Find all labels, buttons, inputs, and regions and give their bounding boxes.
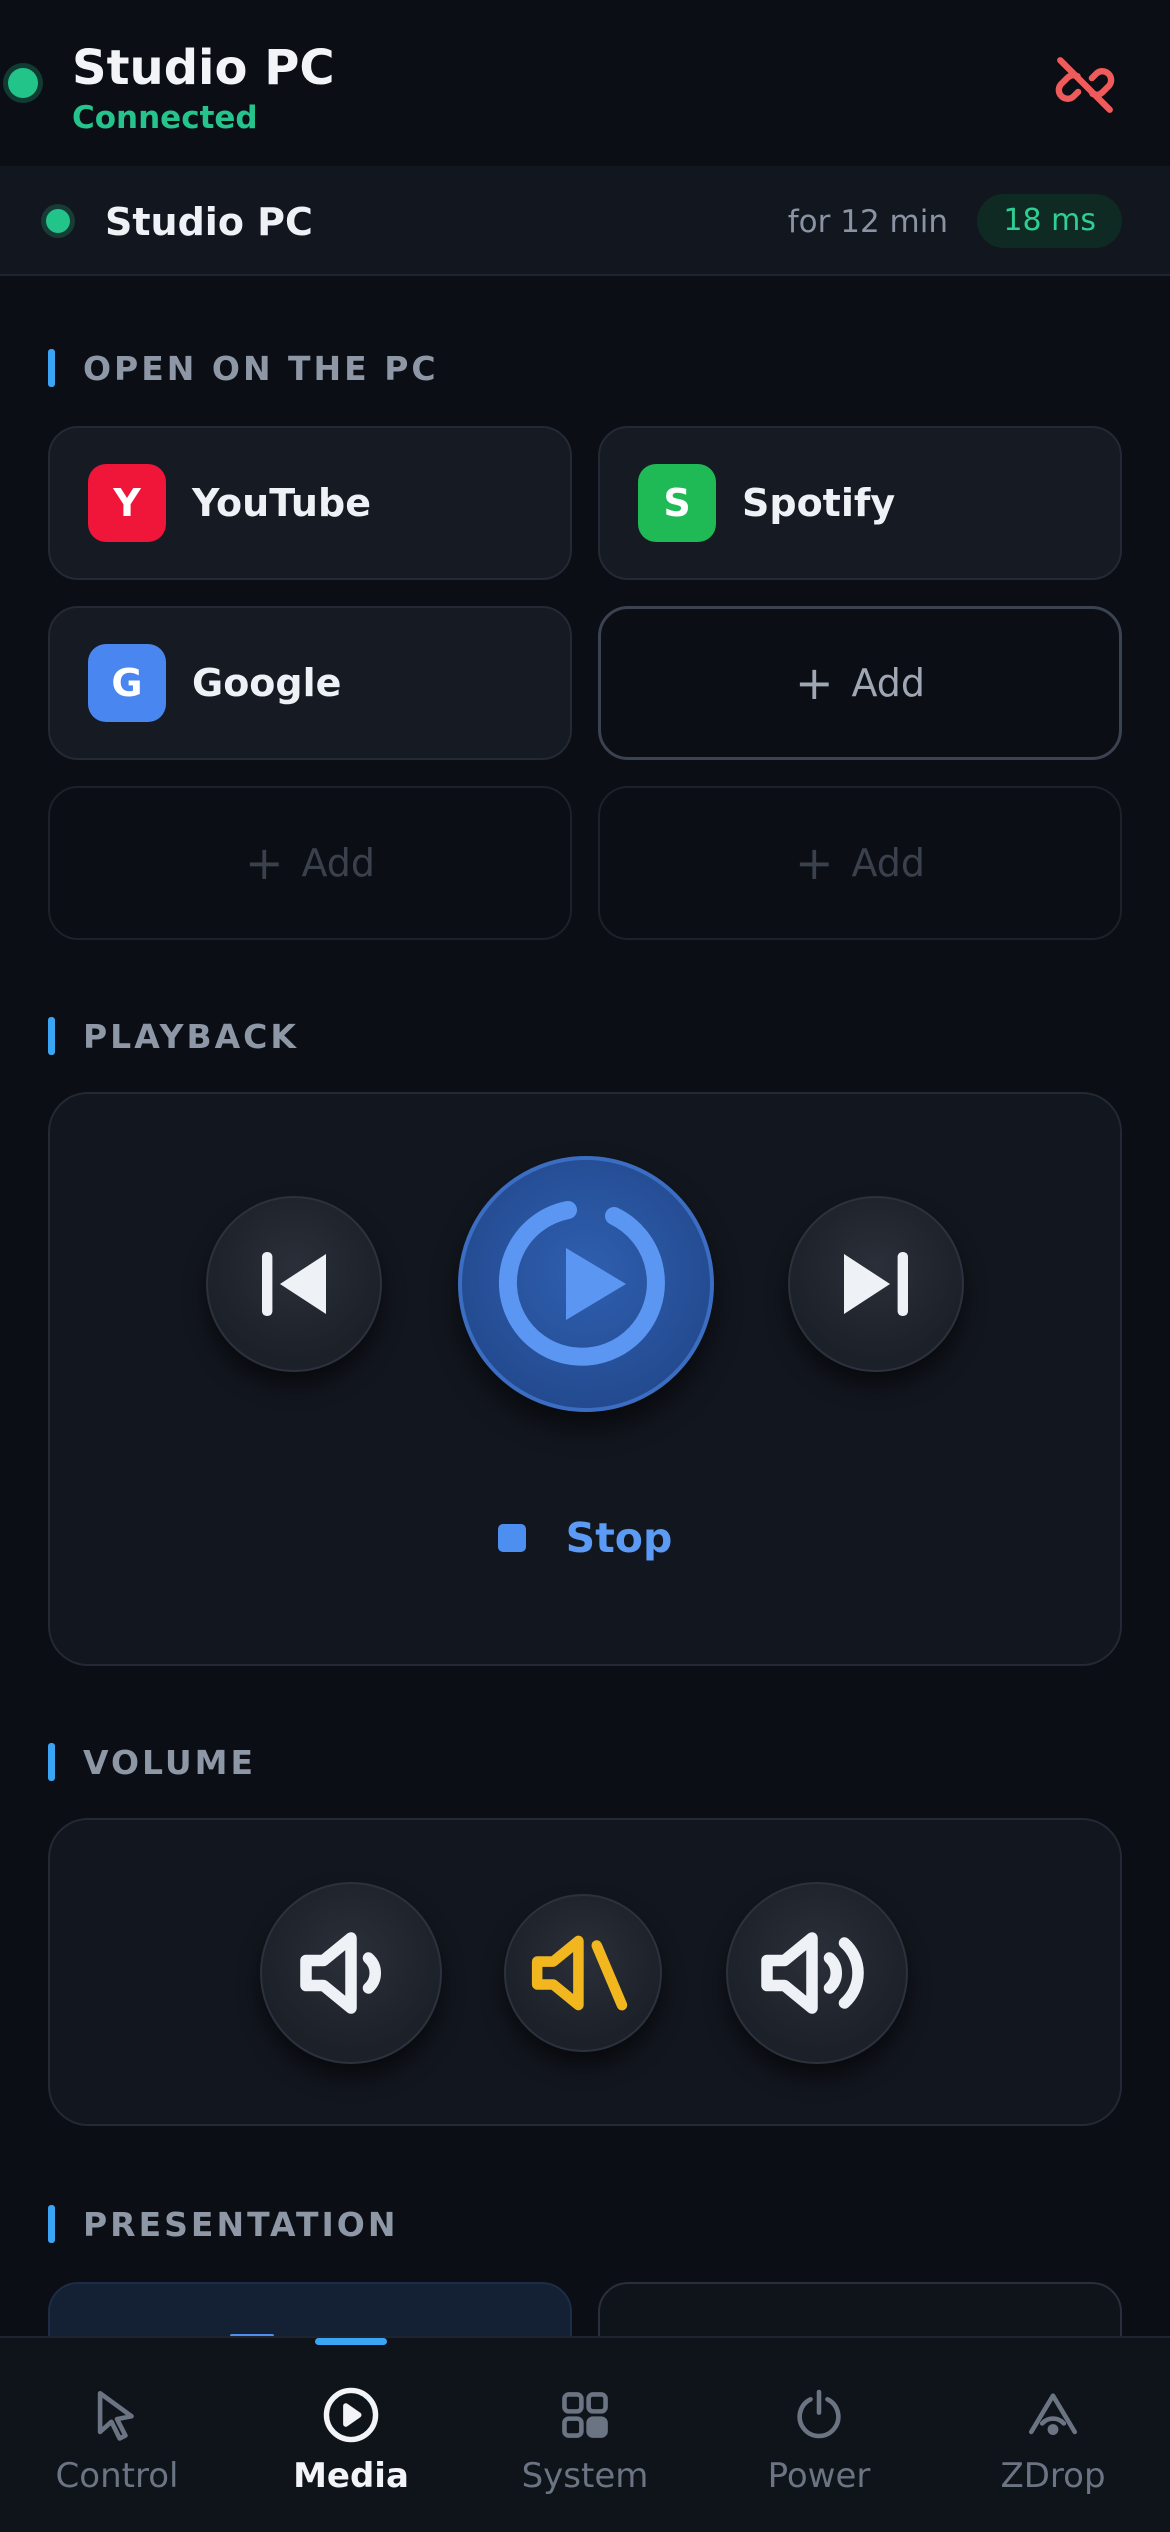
section-accent-bar [48, 349, 55, 387]
shortcut-label: YouTube [192, 481, 371, 525]
add-shortcut-slot[interactable]: + Add [598, 786, 1122, 940]
play-button[interactable] [458, 1156, 714, 1412]
section-volume: VOLUME [48, 1742, 256, 1782]
stop-icon [497, 1524, 526, 1552]
stop-label: Stop [565, 1514, 673, 1562]
shortcut-spotify[interactable]: S Spotify [598, 426, 1122, 580]
volume-up-icon [761, 1932, 864, 2014]
disconnect-button[interactable] [1040, 50, 1130, 120]
bottom-navigation: Control Media System Power ZDrop [0, 2336, 1170, 2532]
shortcut-label: Spotify [742, 481, 896, 525]
section-title: OPEN ON THE PC [83, 348, 439, 388]
section-accent-bar [48, 2205, 55, 2243]
nav-power[interactable]: Power [702, 2338, 936, 2532]
device-bar: Studio PC for 12 min 18 ms [0, 166, 1170, 276]
section-presentation: PRESENTATION [48, 2204, 398, 2244]
unlink-icon [1055, 57, 1115, 113]
shortcut-label: Google [192, 661, 342, 705]
latency-badge: 18 ms [977, 194, 1122, 248]
nav-label: Control [55, 2456, 179, 2496]
playback-card: Stop [48, 1092, 1122, 1666]
mute-button[interactable] [504, 1894, 662, 2052]
connection-status: Connected [72, 100, 258, 136]
volume-up-button[interactable] [726, 1882, 908, 2064]
section-playback: PLAYBACK [48, 1016, 299, 1056]
next-icon [844, 1252, 908, 1316]
previous-icon [262, 1252, 326, 1316]
mute-icon [531, 1935, 628, 2011]
shortcut-google[interactable]: G Google [48, 606, 572, 760]
device-name: Studio PC [105, 200, 313, 244]
add-label: Add [851, 661, 926, 705]
section-accent-bar [48, 1017, 55, 1055]
section-open-on-pc: OPEN ON THE PC [48, 348, 439, 388]
shortcut-youtube[interactable]: Y YouTube [48, 426, 572, 580]
plus-icon: + [244, 836, 284, 890]
google-icon: G [88, 644, 166, 722]
add-label: Add [301, 841, 376, 885]
previous-button[interactable] [206, 1196, 382, 1372]
spotify-icon: S [638, 464, 716, 542]
nav-system[interactable]: System [468, 2338, 702, 2532]
nav-zdrop[interactable]: ZDrop [936, 2338, 1170, 2532]
youtube-icon: Y [88, 464, 166, 542]
nav-label: Power [767, 2456, 871, 2496]
nav-label: Media [293, 2456, 409, 2496]
grid-icon [562, 2392, 608, 2438]
volume-card [48, 1818, 1122, 2126]
next-button[interactable] [788, 1196, 964, 1372]
volume-down-button[interactable] [260, 1882, 442, 2064]
play-icon [498, 1201, 665, 1366]
app-header: Studio PC Connected [0, 0, 1170, 166]
connection-status-dot [8, 68, 38, 98]
device-status-dot [46, 209, 70, 233]
nav-control[interactable]: Control [0, 2338, 234, 2532]
add-label: Add [851, 841, 926, 885]
section-title: VOLUME [83, 1742, 257, 1782]
nav-label: ZDrop [1000, 2456, 1106, 2496]
cursor-icon [97, 2390, 134, 2441]
stop-button[interactable]: Stop [50, 1514, 1120, 1562]
section-title: PRESENTATION [83, 2204, 399, 2244]
section-title: PLAYBACK [83, 1016, 299, 1056]
plus-icon: + [794, 836, 834, 890]
power-icon [797, 2389, 841, 2439]
zdrop-icon [1028, 2393, 1078, 2435]
section-accent-bar [48, 1743, 55, 1781]
nav-media[interactable]: Media [234, 2338, 468, 2532]
add-shortcut-button[interactable]: + Add [598, 606, 1122, 760]
nav-label: System [521, 2456, 649, 2496]
plus-icon: + [794, 656, 834, 710]
volume-down-icon [300, 1932, 382, 2014]
play-circle-icon [323, 2387, 379, 2443]
device-title: Studio PC [72, 40, 335, 96]
add-shortcut-slot[interactable]: + Add [48, 786, 572, 940]
connection-duration: for 12 min [787, 204, 948, 240]
